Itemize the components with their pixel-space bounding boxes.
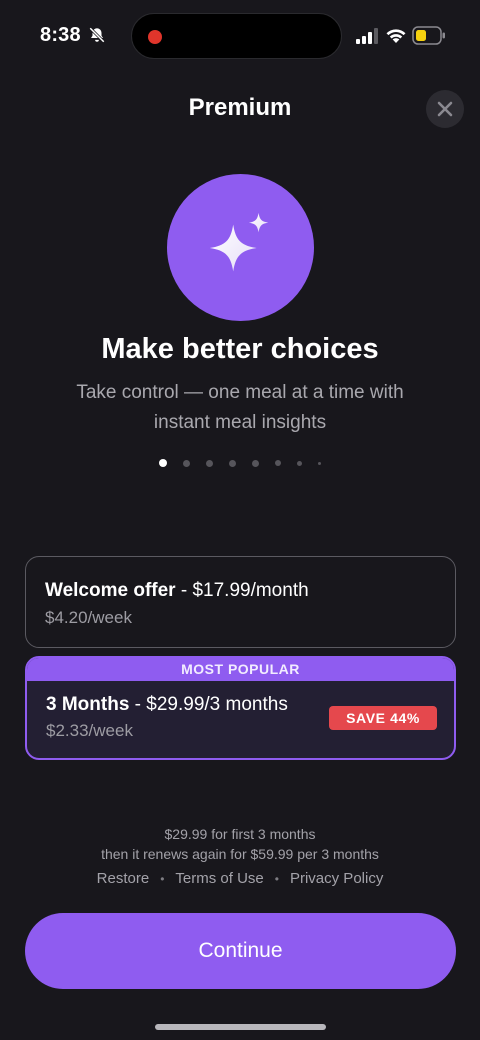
plan-title: 3 Months - $29.99/3 months	[46, 694, 288, 716]
page-dot[interactable]	[229, 459, 236, 467]
page-title: Premium	[188, 94, 292, 121]
continue-button[interactable]: Continue	[25, 913, 456, 989]
plan-weekly-price: $4.20/week	[45, 608, 132, 627]
link-separator: •	[160, 871, 165, 886]
signal-icon	[356, 28, 378, 44]
battery-icon	[412, 26, 445, 45]
renewal-terms-line-2: then it renews again for $59.99 per 3 mo…	[101, 846, 379, 862]
privacy-policy-link[interactable]: Privacy Policy	[290, 870, 383, 887]
page-dot[interactable]	[183, 459, 190, 467]
plan-price: - $29.99/3 months	[129, 694, 288, 715]
bell-slash-icon	[89, 27, 105, 43]
save-badge: SAVE 44%	[329, 706, 437, 730]
close-button[interactable]	[426, 90, 464, 128]
plan-option-welcome-offer[interactable]: Welcome offer - $17.99/month $4.20/week	[25, 556, 456, 648]
sparkles-icon	[209, 212, 268, 271]
terms-of-use-link[interactable]: Terms of Use	[175, 870, 263, 887]
dynamic-island	[131, 13, 342, 59]
paywall-screen: 8:38 Premium Make better choices Take co…	[0, 0, 480, 1040]
link-separator: •	[274, 871, 279, 886]
plan-weekly-price: $2.33/week	[46, 721, 133, 740]
plan-name: 3 Months	[46, 694, 130, 715]
plan-option-3-months[interactable]: MOST POPULAR 3 Months - $29.99/3 months …	[25, 656, 456, 760]
status-time: 8:38	[40, 24, 81, 46]
footer-links: Restore • Terms of Use • Privacy Policy	[0, 870, 480, 887]
renewal-terms-line-1: $29.99 for first 3 months	[164, 826, 316, 842]
page-dot[interactable]	[252, 459, 259, 467]
wifi-icon	[386, 29, 406, 43]
plan-price: - $17.99/month	[175, 580, 309, 601]
page-dot[interactable]	[297, 460, 302, 466]
restore-link[interactable]: Restore	[97, 870, 150, 887]
page-dot[interactable]	[275, 460, 281, 466]
page-dot-active[interactable]	[159, 459, 167, 467]
page-dot[interactable]	[318, 461, 321, 465]
page-dot[interactable]	[206, 459, 213, 467]
close-icon	[437, 101, 453, 117]
hero-title: Make better choices	[101, 333, 379, 365]
home-indicator[interactable]	[155, 1024, 326, 1030]
page-indicator[interactable]	[0, 459, 480, 467]
most-popular-banner: MOST POPULAR	[27, 658, 454, 681]
recording-dot-icon	[148, 30, 162, 44]
plan-title: Welcome offer - $17.99/month	[45, 580, 309, 602]
hero-icon-circle	[167, 174, 314, 321]
hero-subtitle: Take control — one meal at a time with i…	[76, 382, 404, 433]
plan-name: Welcome offer	[45, 580, 176, 601]
